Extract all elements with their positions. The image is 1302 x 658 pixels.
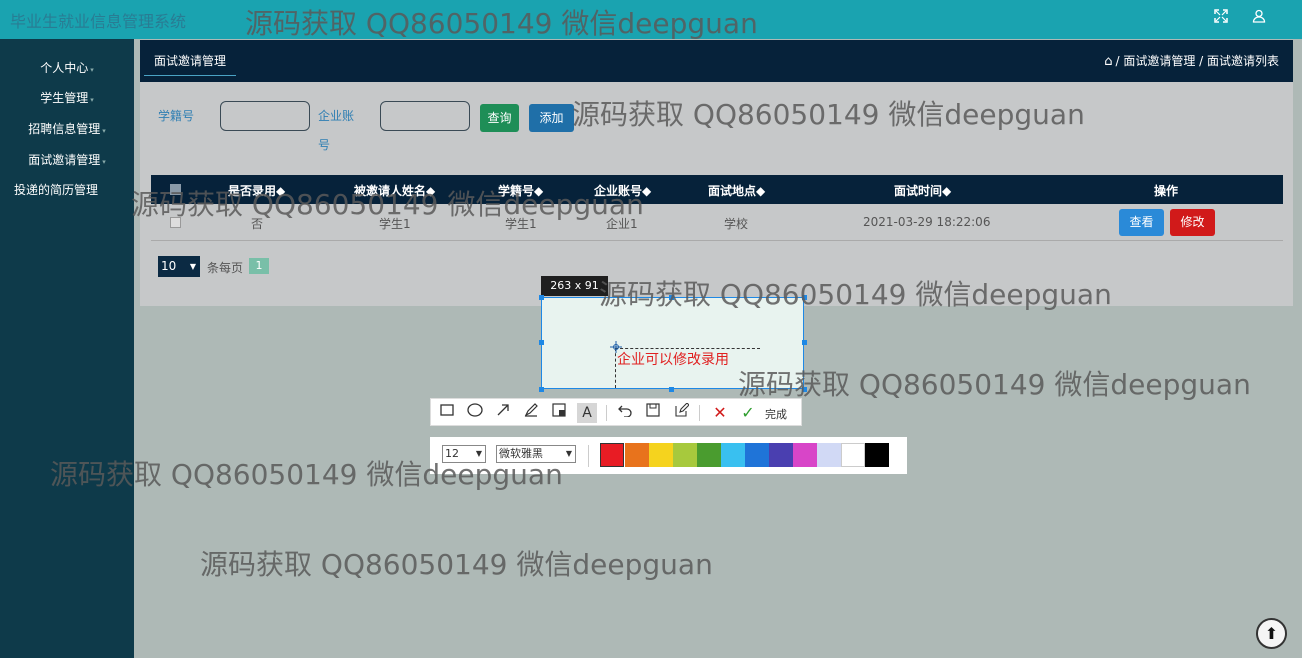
cell-time: 2021-03-29 18:22:06 bbox=[863, 215, 991, 229]
user-icon[interactable] bbox=[1248, 8, 1270, 30]
crosshair-icon bbox=[610, 341, 622, 353]
chevron-down-icon: ▼ bbox=[189, 262, 196, 271]
mosaic-tool-icon[interactable] bbox=[549, 403, 569, 423]
chevron-down-icon: ▾ bbox=[102, 127, 106, 135]
color-swatch-lime[interactable] bbox=[673, 443, 697, 467]
watermark-text: 源码获取 QQ86050149 微信deepguan bbox=[572, 98, 1085, 131]
sidebar-item-student-management[interactable]: 学生管理 ▾ bbox=[0, 89, 134, 107]
company-account-label-line2: 号 bbox=[318, 138, 331, 152]
column-header-actions: 操作 bbox=[1154, 184, 1179, 198]
sidebar-item-recruitment[interactable]: 招聘信息管理 ▾ bbox=[0, 120, 134, 138]
student-no-input[interactable] bbox=[220, 101, 310, 131]
color-swatch-cyan[interactable] bbox=[721, 443, 745, 467]
per-page-label: 条每页 bbox=[207, 261, 244, 275]
edit-button[interactable]: 修改 bbox=[1170, 209, 1215, 236]
color-swatch-blue[interactable] bbox=[745, 443, 769, 467]
edit-icon[interactable] bbox=[672, 402, 692, 423]
breadcrumb: ⌂ / 面试邀请管理 / 面试邀请列表 bbox=[1104, 54, 1279, 69]
ellipse-tool-icon[interactable] bbox=[465, 403, 485, 423]
done-button[interactable]: 完成 bbox=[765, 406, 787, 422]
arrow-tool-icon[interactable] bbox=[493, 403, 513, 423]
page-number-current[interactable]: 1 bbox=[249, 258, 269, 274]
color-swatch-magenta[interactable] bbox=[793, 443, 817, 467]
column-header-place[interactable]: 面试地点◆ bbox=[708, 182, 765, 199]
color-swatch-white[interactable] bbox=[841, 443, 865, 467]
chevron-down-icon: ▼ bbox=[565, 449, 572, 458]
resize-handle[interactable] bbox=[539, 387, 544, 392]
color-swatch-black[interactable] bbox=[865, 443, 889, 467]
expand-icon[interactable] bbox=[1210, 8, 1232, 30]
watermark-text: 源码获取 QQ86050149 微信deepguan bbox=[738, 368, 1251, 401]
watermark-text: 源码获取 QQ86050149 微信deepguan bbox=[50, 458, 563, 491]
save-icon[interactable] bbox=[643, 403, 663, 423]
cancel-icon[interactable]: ✕ bbox=[710, 403, 730, 423]
toolbar-divider bbox=[606, 405, 607, 421]
sidebar: 个人中心 ▾ 学生管理 ▾ 招聘信息管理 ▾ 面试邀请管理 ▾ 投递的简历管理 bbox=[0, 39, 134, 658]
color-swatch-lavender[interactable] bbox=[817, 443, 841, 467]
color-swatch-yellow[interactable] bbox=[649, 443, 673, 467]
tab-interview-invitations[interactable]: 面试邀请管理 bbox=[144, 50, 237, 76]
page-size-select[interactable]: 10 ▼ bbox=[158, 256, 200, 277]
sidebar-item-resumes[interactable]: 投递的简历管理 bbox=[0, 181, 134, 199]
annotation-text[interactable]: 企业可以修改录用 bbox=[617, 349, 729, 369]
text-tool-icon[interactable]: A bbox=[577, 403, 597, 423]
resize-handle[interactable] bbox=[539, 340, 544, 345]
pen-tool-icon[interactable] bbox=[521, 403, 541, 423]
add-button[interactable]: 添加 bbox=[529, 104, 574, 132]
color-swatch-indigo[interactable] bbox=[769, 443, 793, 467]
resize-handle[interactable] bbox=[539, 295, 544, 300]
toolbar-divider bbox=[699, 405, 700, 421]
main-panel: 面试邀请管理 ⌂ / 面试邀请管理 / 面试邀请列表 学籍号 企业账 号 查询 添… bbox=[140, 40, 1293, 306]
company-account-input[interactable] bbox=[380, 101, 470, 131]
view-button[interactable]: 查看 bbox=[1119, 209, 1164, 236]
color-swatch-orange[interactable] bbox=[625, 443, 649, 467]
toolbar-divider bbox=[588, 445, 589, 467]
check-icon[interactable]: ✓ bbox=[738, 403, 758, 423]
student-no-label: 学籍号 bbox=[158, 109, 195, 123]
header-bar: 面试邀请管理 ⌂ / 面试邀请管理 / 面试邀请列表 bbox=[140, 40, 1293, 82]
watermark-text: 源码获取 QQ86050149 微信deepguan bbox=[599, 278, 1112, 311]
query-button[interactable]: 查询 bbox=[480, 104, 519, 132]
watermark-text: 源码获取 QQ86050149 微信deepguan bbox=[245, 7, 758, 40]
chevron-down-icon: ▾ bbox=[90, 96, 94, 104]
sidebar-item-personal-center[interactable]: 个人中心 ▾ bbox=[0, 59, 134, 77]
cell-place: 学校 bbox=[724, 217, 749, 231]
color-swatch-red[interactable] bbox=[600, 443, 624, 467]
chevron-down-icon: ▾ bbox=[90, 66, 94, 74]
selection-size-label: 263 x 91 bbox=[541, 276, 608, 296]
app-title: 毕业生就业信息管理系统 bbox=[10, 12, 187, 31]
sidebar-item-interview-invitations[interactable]: 面试邀请管理 ▾ bbox=[0, 151, 134, 169]
scroll-to-top-icon[interactable]: ⬆ bbox=[1256, 618, 1287, 649]
resize-handle[interactable] bbox=[802, 340, 807, 345]
company-account-label: 企业账 bbox=[318, 109, 355, 123]
watermark-text: 源码获取 QQ86050149 微信deepguan bbox=[200, 548, 713, 581]
color-swatch-green[interactable] bbox=[697, 443, 721, 467]
watermark-text: 源码获取 QQ86050149 微信deepguan bbox=[131, 188, 644, 221]
column-header-time[interactable]: 面试时间◆ bbox=[894, 182, 951, 199]
undo-icon[interactable] bbox=[615, 403, 635, 423]
rectangle-tool-icon[interactable] bbox=[437, 403, 457, 423]
chevron-down-icon: ▾ bbox=[102, 158, 106, 166]
home-icon[interactable]: ⌂ bbox=[1104, 54, 1112, 69]
